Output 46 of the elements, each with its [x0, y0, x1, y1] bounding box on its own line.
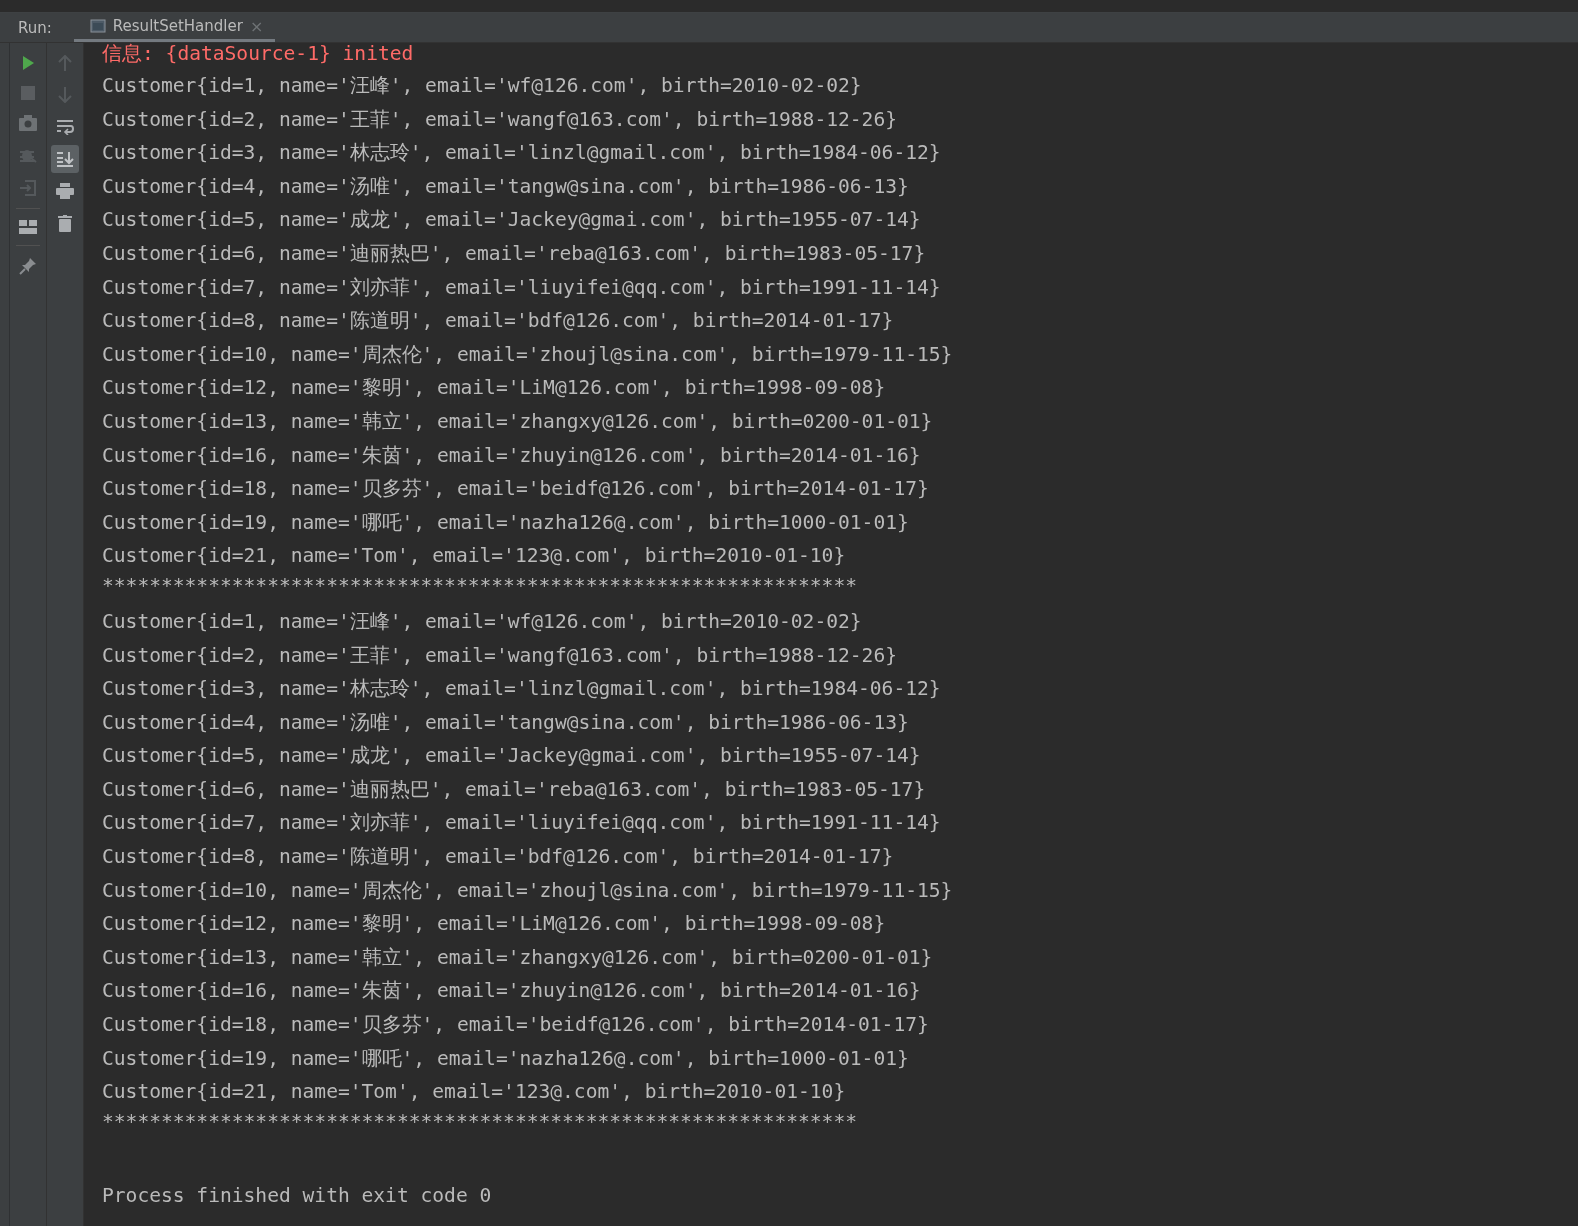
console-line: Customer{id=4, name='汤唯', email='tangw@sina.com', birth=1986-06-13} — [102, 710, 909, 734]
console-line: Process finished with exit code 0 — [102, 1183, 492, 1207]
layout-icon[interactable] — [19, 220, 37, 234]
scroll-to-end-button[interactable] — [51, 145, 79, 173]
console-line: Customer{id=18, name='贝多芬', email='beidf@126.com', birth=2014-01-17} — [102, 477, 929, 501]
console-line: Customer{id=13, name='韩立', email='zhangxy@126.com', birth=0200-01-01} — [102, 409, 933, 433]
console-line: Customer{id=7, name='刘亦菲', email='liuyifei@qq.com', birth=1991-11-14} — [102, 811, 941, 835]
console-line: Customer{id=4, name='汤唯', email='tangw@sina.com', birth=1986-06-13} — [102, 174, 909, 198]
console-line: Customer{id=3, name='林志玲', email='linzl@gmail.com', birth=1984-06-12} — [102, 141, 941, 165]
console-line: Customer{id=12, name='黎明', email='LiM@126.com', birth=1998-09-08} — [102, 376, 886, 400]
console-line: Customer{id=21, name='Tom', email='123@.com', birth=2010-01-10} — [102, 544, 846, 568]
console-line: 信息: {dataSource-1} inited — [102, 42, 414, 65]
console-line: Customer{id=6, name='迪丽热巴', email='reba@163.com', birth=1983-05-17} — [102, 777, 926, 801]
console-line: Customer{id=13, name='韩立', email='zhangxy@126.com', birth=0200-01-01} — [102, 945, 933, 969]
console-line: Customer{id=19, name='哪吒', email='nazha126@.com', birth=1000-01-01} — [102, 510, 909, 534]
pin-icon[interactable] — [19, 257, 37, 275]
console-line: Customer{id=16, name='朱茵', email='zhuyin@126.com', birth=2014-01-16} — [102, 979, 921, 1003]
console-line: Customer{id=1, name='汪峰', email='wf@126.com', birth=2010-02-02} — [102, 74, 862, 97]
soft-wrap-icon[interactable] — [56, 119, 74, 135]
console-line: Customer{id=2, name='王菲', email='wangf@163.com', birth=1988-12-26} — [102, 643, 897, 667]
trash-icon[interactable] — [58, 215, 72, 232]
console-line: Customer{id=7, name='刘亦菲', email='liuyifei@qq.com', birth=1991-11-14} — [102, 275, 941, 299]
console-line: Customer{id=19, name='哪吒', email='nazha126@.com', birth=1000-01-01} — [102, 1046, 909, 1070]
scroll-to-end-icon — [56, 151, 74, 167]
console-line: **************************************************************** — [102, 573, 857, 597]
console-line: Customer{id=21, name='Tom', email='123@.com', birth=2010-01-10} — [102, 1080, 846, 1104]
console-line: Customer{id=10, name='周杰伦', email='zhoujl@sina.com', birth=1979-11-15} — [102, 342, 953, 366]
console-line: Customer{id=16, name='朱茵', email='zhuyin@126.com', birth=2014-01-16} — [102, 443, 921, 467]
console-line: Customer{id=18, name='贝多芬', email='beidf@126.com', birth=2014-01-17} — [102, 1013, 929, 1037]
print-icon[interactable] — [56, 183, 74, 199]
run-icon[interactable] — [20, 55, 36, 71]
run-label: Run: — [18, 18, 52, 37]
console-line: Customer{id=8, name='陈道明', email='bdf@126.com', birth=2014-01-17} — [102, 845, 894, 869]
camera-icon[interactable] — [19, 115, 37, 131]
console-line: Customer{id=3, name='林志玲', email='linzl@gmail.com', birth=1984-06-12} — [102, 677, 941, 701]
run-tab[interactable]: ResultSetHandler × — [73, 13, 276, 42]
console-line: Customer{id=5, name='成龙', email='Jackey@gmai.com', birth=1955-07-14} — [102, 208, 921, 232]
console-line: Customer{id=6, name='迪丽热巴', email='reba@163.com', birth=1983-05-17} — [102, 241, 926, 265]
console-line: Customer{id=10, name='周杰伦', email='zhoujl@sina.com', birth=1979-11-15} — [102, 878, 953, 902]
console-line: Customer{id=1, name='汪峰', email='wf@126.com', birth=2010-02-02} — [102, 609, 862, 633]
console-line: Customer{id=8, name='陈道明', email='bdf@126.com', birth=2014-01-17} — [102, 309, 894, 333]
console-line: Customer{id=12, name='黎明', email='LiM@126.com', birth=1998-09-08} — [102, 912, 886, 936]
console-icon — [89, 19, 106, 33]
console-line: **************************************************************** — [102, 1109, 857, 1133]
console-line: Customer{id=5, name='成龙', email='Jackey@gmai.com', birth=1955-07-14} — [102, 744, 921, 768]
console-line: Customer{id=2, name='王菲', email='wangf@163.com', birth=1988-12-26} — [102, 107, 897, 131]
